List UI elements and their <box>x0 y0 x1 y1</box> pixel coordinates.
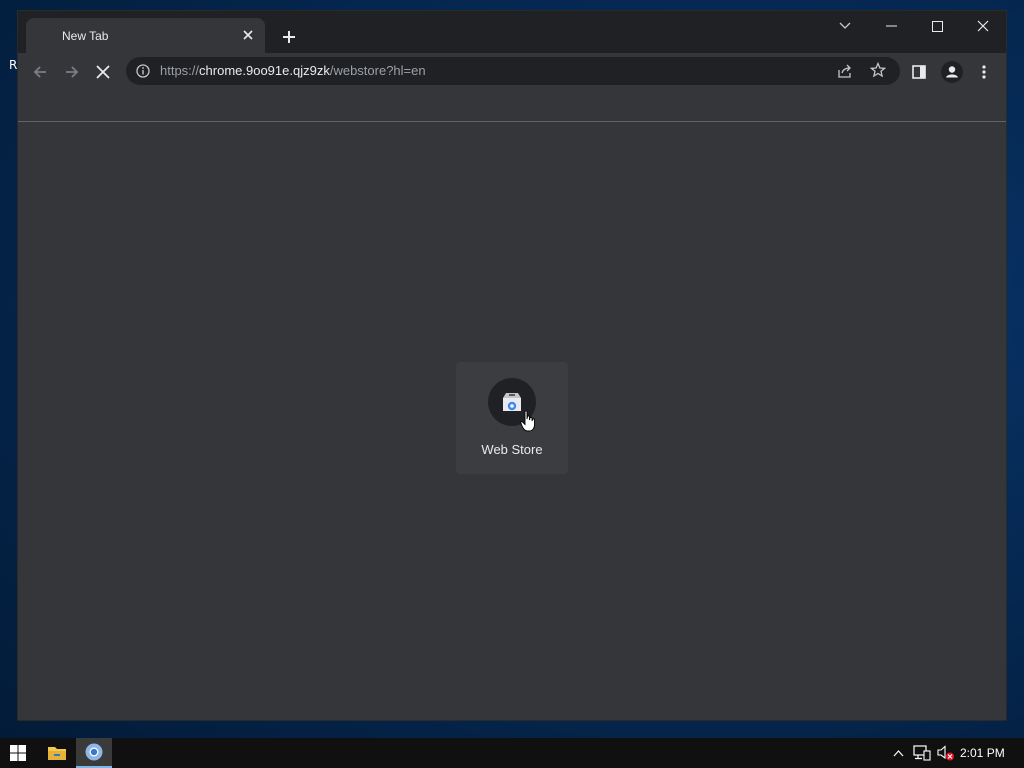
tab-title: New Tab <box>62 29 109 43</box>
taskbar: 2:01 PM <box>0 738 1024 768</box>
file-explorer-icon[interactable] <box>39 738 75 768</box>
url-text[interactable]: https://chrome.9oo91e.qjz9zk/webstore?hl… <box>160 63 426 78</box>
minimize-button[interactable] <box>868 11 914 41</box>
back-button[interactable] <box>26 58 54 86</box>
menu-kebab-icon[interactable] <box>970 58 998 86</box>
side-panel-icon[interactable] <box>905 58 933 86</box>
tab-new-tab[interactable]: New Tab <box>26 18 265 53</box>
shortcut-web-store[interactable]: Web Store <box>456 362 568 474</box>
browser-window: New Tab https://chrome.9oo91e.qjz9zk/web… <box>18 11 1006 720</box>
chrome-taskbar-icon[interactable] <box>76 738 112 768</box>
tab-strip: New Tab <box>18 11 1006 53</box>
stop-loading-button[interactable] <box>89 58 117 86</box>
desktop-icon-label: R <box>9 58 18 72</box>
new-tab-page: Web Store <box>18 122 1006 720</box>
taskbar-clock[interactable]: 2:01 PM <box>960 746 1005 760</box>
site-info-icon[interactable] <box>136 64 150 83</box>
volume-muted-icon[interactable] <box>934 738 958 768</box>
start-button[interactable] <box>0 738 36 768</box>
shortcut-label: Web Store <box>481 442 543 457</box>
forward-button[interactable] <box>58 58 86 86</box>
tab-search-icon[interactable] <box>822 11 868 41</box>
maximize-button[interactable] <box>914 11 960 41</box>
bookmarks-bar <box>18 89 1006 122</box>
bookmark-star-icon[interactable] <box>869 61 887 83</box>
address-bar[interactable]: https://chrome.9oo91e.qjz9zk/webstore?hl… <box>126 57 900 85</box>
profile-avatar-icon[interactable] <box>938 58 966 86</box>
close-tab-icon[interactable] <box>239 26 257 44</box>
hand-cursor-icon <box>520 410 536 437</box>
network-icon[interactable] <box>910 738 934 768</box>
share-icon[interactable] <box>837 63 853 84</box>
close-window-button[interactable] <box>960 11 1006 41</box>
url-host: chrome.9oo91e.qjz9zk <box>199 63 330 78</box>
browser-toolbar: https://chrome.9oo91e.qjz9zk/webstore?hl… <box>18 53 1006 89</box>
url-path: /webstore?hl=en <box>329 63 426 78</box>
new-tab-button[interactable] <box>277 25 301 49</box>
show-hidden-icons-chevron-icon[interactable] <box>888 738 908 768</box>
url-scheme: https:// <box>160 63 200 78</box>
